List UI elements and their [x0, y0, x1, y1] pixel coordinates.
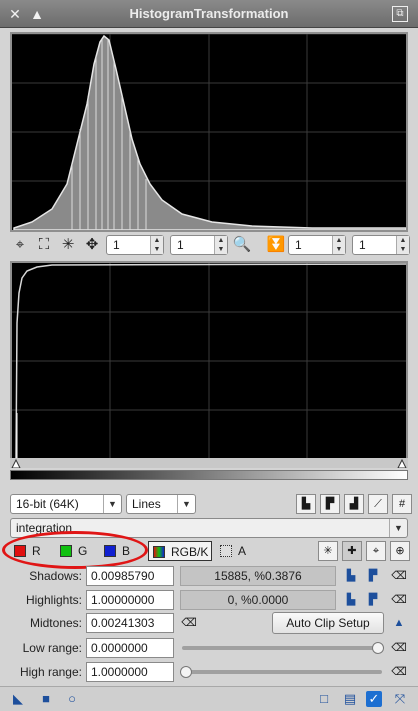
preview-icon[interactable]: □: [316, 691, 332, 707]
high-range-slider-knob[interactable]: [180, 666, 192, 678]
clip-count-icon[interactable]: ▛: [364, 592, 382, 608]
expand-icon[interactable]: ⧉: [392, 6, 408, 22]
curve-display-icon[interactable]: ⟋: [368, 494, 388, 514]
high-range-label: High range:: [19, 665, 82, 679]
chevron-down-icon: ▼: [389, 519, 407, 537]
high-range-slider-track[interactable]: [182, 670, 382, 674]
process-bottom-bar: ◣ ■ ○ □ ▤ ✓ ⤧: [0, 686, 418, 711]
output-vertical-zoom-stepper[interactable]: 1 ▲ ▼: [352, 235, 410, 255]
zoom-fit-icon[interactable]: ⛶: [34, 235, 54, 255]
histogram-display-icon[interactable]: ▙: [296, 494, 316, 514]
resolution-select[interactable]: 16-bit (64K) ▼: [10, 494, 122, 514]
high-range-input[interactable]: 1.0000000: [86, 662, 174, 682]
alpha-swatch: [220, 545, 232, 557]
input-histogram-panel[interactable]: [10, 32, 408, 232]
document-icon[interactable]: ▤: [342, 691, 358, 707]
shadows-highlights-marker-row[interactable]: [10, 458, 408, 468]
reset-icon[interactable]: ⤧: [392, 691, 408, 707]
reset-field-icon[interactable]: ⌫: [180, 615, 198, 631]
highlights-label: Highlights:: [25, 593, 82, 607]
rgb-histogram-icon[interactable]: ▛: [320, 494, 340, 514]
reset-field-icon[interactable]: ⌫: [390, 592, 408, 608]
gradient-bar: [10, 470, 408, 480]
window-title: HistogramTransformation: [129, 6, 289, 21]
midtones-input[interactable]: 0.00241303: [86, 613, 174, 633]
target-icon[interactable]: ⊕: [390, 541, 410, 561]
low-range-input[interactable]: 0.0000000: [86, 638, 174, 658]
rgbk-swatch: [153, 546, 165, 558]
gear-cross-icon[interactable]: ✚: [342, 541, 362, 561]
stepper-arrows-icon[interactable]: ▲ ▼: [396, 236, 409, 254]
zoom-all-icon[interactable]: ✳: [58, 235, 78, 255]
clip-count-icon[interactable]: ▛: [364, 568, 382, 584]
double-chevron-down-icon[interactable]: ⏬: [266, 235, 286, 255]
low-range-label: Low range:: [22, 641, 82, 655]
highlights-input[interactable]: 1.00000000: [86, 590, 174, 610]
low-range-slider-track[interactable]: [182, 646, 382, 650]
stepper-arrows-icon[interactable]: ▲ ▼: [332, 236, 345, 254]
input-histogram-graph: [12, 34, 406, 230]
histogram-toolbar: ⌖ ⛶ ✳ ✥ 1 ▲ ▼ 1 ▲ ▼ 🔍 ⏬ 1 ▲ ▼ 1 ▲ ▼: [8, 235, 410, 257]
reset-field-icon[interactable]: ⌫: [390, 640, 408, 656]
reset-field-icon[interactable]: ⌫: [390, 568, 408, 584]
channel-a-toggle[interactable]: A: [220, 541, 246, 561]
zoom-icon[interactable]: 🔍: [232, 235, 252, 255]
arrow-up-icon[interactable]: ▲: [390, 615, 408, 631]
annotation-circle: [2, 531, 148, 569]
stepper-arrows-icon[interactable]: ▲ ▼: [214, 236, 227, 254]
check-icon[interactable]: ✓: [366, 691, 382, 707]
reset-all-icon[interactable]: ✳: [318, 541, 338, 561]
shadows-label: Shadows:: [29, 569, 82, 583]
graph-style-select[interactable]: Lines ▼: [126, 494, 196, 514]
grid-icon[interactable]: #: [392, 494, 412, 514]
chevron-down-icon: ▼: [177, 495, 195, 513]
highlights-readout: 0, %0.0000: [180, 590, 336, 610]
horizontal-zoom-stepper[interactable]: 1 ▲ ▼: [106, 235, 164, 255]
highlights-marker: [397, 458, 407, 468]
stepper-arrows-icon[interactable]: ▲ ▼: [150, 236, 163, 254]
title-bar[interactable]: ✕ ▲ HistogramTransformation ⧉: [0, 0, 418, 28]
shadows-readout: 15885, %0.3876: [180, 566, 336, 586]
apply-global-icon[interactable]: ○: [64, 691, 80, 707]
shadows-input[interactable]: 0.00985790: [86, 566, 174, 586]
new-instance-icon[interactable]: ◣: [10, 691, 26, 707]
shadows-marker: [11, 458, 21, 468]
crosshair-icon[interactable]: ⌖: [366, 541, 386, 561]
channel-rgbk-toggle[interactable]: RGB/K: [148, 541, 212, 561]
vertical-zoom-stepper[interactable]: 1 ▲ ▼: [170, 235, 228, 255]
histogram-transformation-window: ✕ ▲ HistogramTransformation ⧉ ⌖ ⛶ ✳ ✥ 1 …: [0, 0, 418, 711]
apply-icon[interactable]: ■: [38, 691, 54, 707]
clip-histogram-icon[interactable]: ▙: [342, 592, 360, 608]
reset-field-icon[interactable]: ⌫: [390, 664, 408, 680]
combined-histogram-icon[interactable]: ▟: [344, 494, 364, 514]
histogram-curve: [13, 34, 406, 230]
chevron-down-icon: ▼: [103, 495, 121, 513]
clip-histogram-icon[interactable]: ▙: [342, 568, 360, 584]
midtones-label: Midtones:: [29, 616, 82, 630]
auto-clip-setup-button[interactable]: Auto Clip Setup: [272, 612, 384, 634]
output-horizontal-zoom-stepper[interactable]: 1 ▲ ▼: [288, 235, 346, 255]
transfer-curve-graph: [12, 263, 406, 459]
pan-icon[interactable]: ✥: [82, 235, 102, 255]
crosshair-icon[interactable]: ⌖: [10, 235, 30, 255]
low-range-slider-knob[interactable]: [372, 642, 384, 654]
output-histogram-panel[interactable]: [10, 261, 408, 461]
